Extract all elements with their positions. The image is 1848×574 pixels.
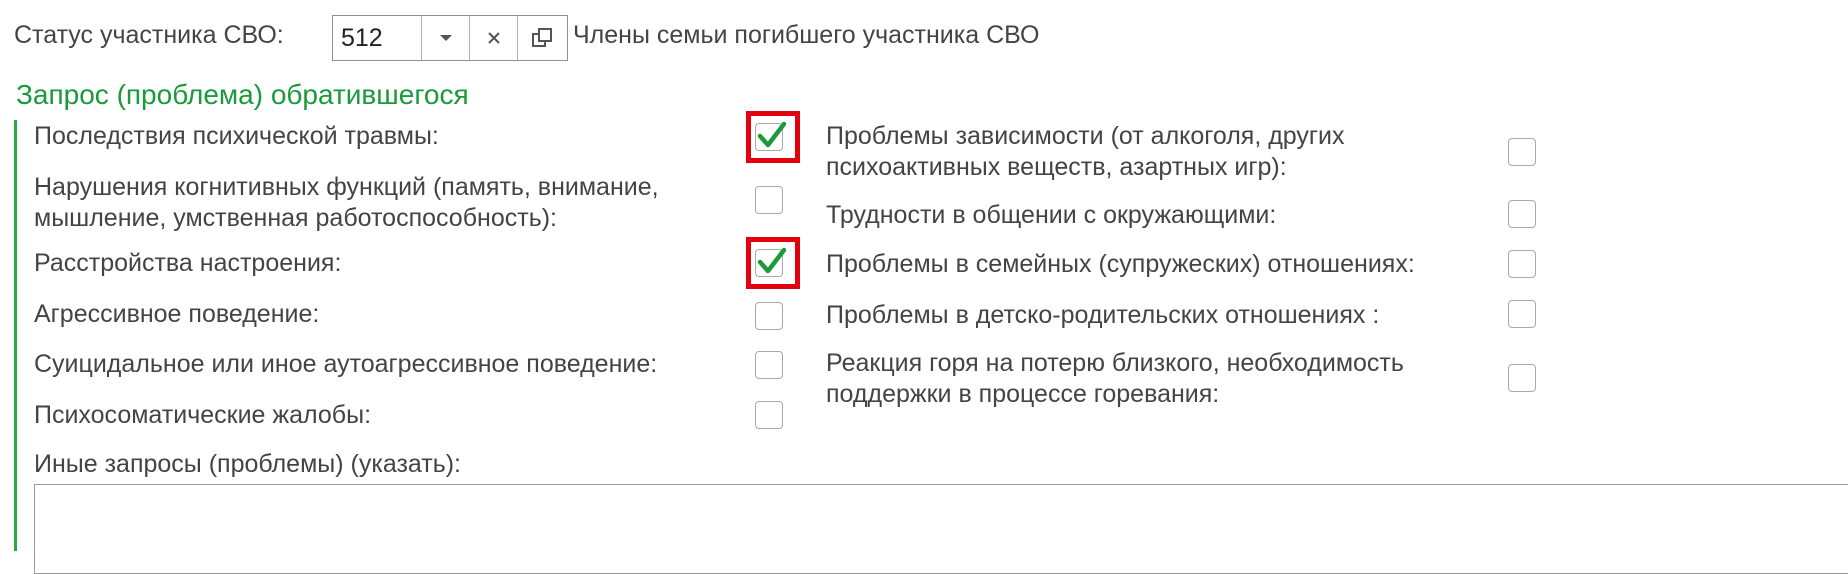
open-icon — [532, 28, 552, 47]
checkbox[interactable] — [1508, 364, 1536, 392]
clear-icon — [488, 32, 500, 44]
status-description: Члены семьи погибшего участника СВО — [573, 21, 1040, 49]
left-item-label: Последствия психической травмы: — [34, 122, 439, 150]
checkbox[interactable] — [1508, 250, 1536, 278]
clear-button[interactable] — [469, 16, 518, 60]
checkbox[interactable] — [1508, 300, 1536, 328]
status-label: Статус участника СВО: — [14, 21, 284, 49]
right-item-label: Реакция горя на потерю близкого, необход… — [826, 349, 1404, 408]
status-field[interactable]: 512 — [332, 15, 568, 61]
dropdown-icon — [440, 35, 452, 41]
checkbox[interactable] — [755, 302, 783, 330]
checkmark-icon — [757, 121, 787, 148]
checkbox[interactable] — [755, 247, 787, 277]
checkbox[interactable] — [1508, 200, 1536, 228]
checkbox[interactable] — [755, 121, 787, 151]
right-item-label: Проблемы в детско-родительских отношения… — [826, 301, 1380, 329]
open-button[interactable] — [517, 16, 566, 60]
checkmark-icon — [757, 247, 787, 274]
other-requests-input[interactable] — [34, 484, 1848, 574]
status-value[interactable]: 512 — [341, 23, 383, 54]
checkbox[interactable] — [755, 401, 783, 429]
checkbox[interactable] — [755, 186, 783, 214]
left-item-label: Психосоматические жалобы: — [34, 401, 372, 429]
section-title: Запрос (проблема) обратившегося — [16, 79, 469, 110]
checkbox[interactable] — [755, 351, 783, 379]
left-item-label: Нарушения когнитивных функций (память, в… — [34, 173, 659, 232]
right-item-label: Проблемы в семейных (супружеских) отноше… — [826, 250, 1415, 278]
section-bar — [14, 120, 17, 551]
right-item-label: Трудности в общении с окружающими: — [826, 201, 1277, 229]
checkbox[interactable] — [1508, 138, 1536, 166]
right-item-label: Проблемы зависимости (от алкоголя, други… — [826, 122, 1345, 181]
dropdown-button[interactable] — [421, 16, 470, 60]
left-item-label: Суицидальное или иное аутоагрессивное по… — [34, 350, 658, 378]
left-item-label: Расстройства настроения: — [34, 249, 342, 277]
other-requests-label: Иные запросы (проблемы) (указать): — [34, 450, 462, 478]
left-item-label: Агрессивное поведение: — [34, 300, 320, 328]
